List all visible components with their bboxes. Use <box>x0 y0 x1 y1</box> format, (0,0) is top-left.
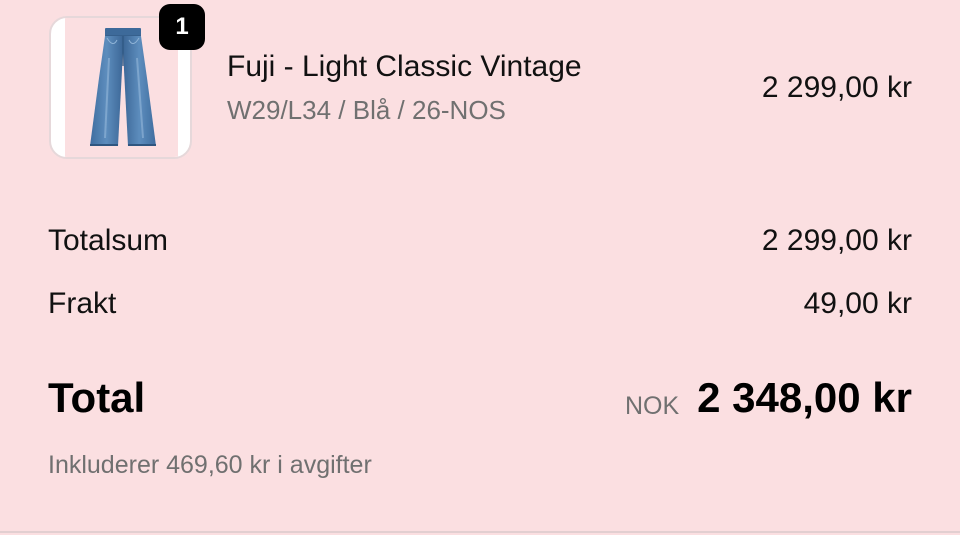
order-summary: 1 Fuji - Light Classic Vintage W29/L34 /… <box>0 0 960 535</box>
product-variant: W29/L34 / Blå / 26-NOS <box>227 95 506 125</box>
total-amount: NOK 2 348,00 kr <box>625 374 912 432</box>
subtotal-value: 2 299,00 kr <box>761 224 912 257</box>
tax-note: Inkluderer 469,60 kr i avgifter <box>48 451 372 479</box>
divider <box>0 531 960 533</box>
shipping-value: 49,00 kr <box>803 287 912 320</box>
total-label: Total <box>48 374 146 421</box>
product-name[interactable]: Fuji - Light Classic Vintage <box>227 49 582 85</box>
product-price: 2 299,00 kr <box>761 71 912 104</box>
subtotal-label: Totalsum <box>48 224 169 257</box>
shipping-label: Frakt <box>48 287 117 320</box>
total-value: 2 348,00 kr <box>697 374 912 421</box>
currency-code: NOK <box>624 392 680 420</box>
quantity-badge: 1 <box>159 4 205 50</box>
